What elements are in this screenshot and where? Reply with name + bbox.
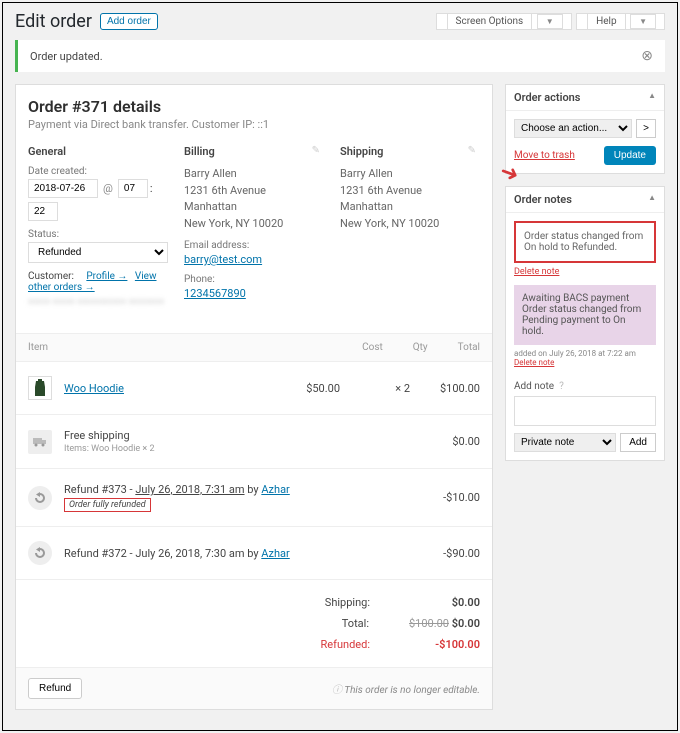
- help-icon[interactable]: ?: [559, 381, 564, 392]
- col-item: Item: [28, 342, 362, 353]
- refund1-amount: -$10.00: [440, 491, 480, 504]
- shipping-address: Barry Allen 1231 6th Avenue Manhattan Ne…: [340, 166, 480, 232]
- refund-row-2: Refund #372 - July 26, 2018, 7:30 am by …: [16, 527, 492, 580]
- note-item: Awaiting BACS payment Order status chang…: [514, 285, 656, 345]
- edit-billing-icon[interactable]: ✎: [312, 145, 320, 156]
- refund2-author[interactable]: Azhar: [261, 547, 289, 560]
- order-notes-heading: Order notes: [514, 193, 572, 206]
- shipping-total-label: Shipping:: [310, 596, 370, 609]
- page-title: Edit order: [15, 11, 92, 32]
- info-icon: ⓘ: [332, 685, 342, 696]
- refund-icon: [28, 541, 52, 565]
- notice: Order updated. ⊗: [15, 40, 665, 72]
- note-highlighted: Order status changed from On hold to Ref…: [514, 221, 656, 263]
- refunded-value: -$100.00: [410, 638, 480, 651]
- toggle-icon[interactable]: ▲: [648, 91, 656, 104]
- note-type-select[interactable]: Private note: [514, 433, 616, 452]
- refunded-label: Refunded:: [310, 638, 370, 651]
- billing-heading: Billing: [184, 145, 324, 158]
- customer-label: Customer:: [28, 271, 74, 282]
- add-order-button[interactable]: Add order: [100, 13, 158, 30]
- phone-link[interactable]: 1234567890: [184, 287, 246, 300]
- notice-text: Order updated.: [30, 50, 103, 63]
- status-select[interactable]: Refunded: [28, 242, 168, 263]
- edit-shipping-icon[interactable]: ✎: [468, 145, 476, 156]
- refund-full-label: Order fully refunded: [64, 498, 151, 512]
- add-note-label: Add note: [514, 381, 554, 392]
- order-title: Order #371 details: [28, 97, 480, 116]
- delete-note-link[interactable]: Delete note: [514, 267, 656, 277]
- refund-icon: [28, 486, 52, 510]
- apply-action-button[interactable]: >: [636, 119, 656, 138]
- screen-options-button[interactable]: Screen Options ▼: [436, 13, 572, 30]
- refund-button[interactable]: Refund: [28, 678, 82, 699]
- help-button[interactable]: Help ▼: [576, 13, 665, 30]
- general-heading: General: [28, 145, 168, 158]
- shipping-heading: Shipping: [340, 145, 480, 158]
- add-note-textarea[interactable]: [514, 396, 656, 426]
- hour-input[interactable]: [118, 179, 148, 198]
- shipping-row: Free shipping Items: Woo Hoodie × 2 $0.0…: [16, 415, 492, 469]
- shipping-meta: Items: Woo Hoodie × 2: [64, 444, 300, 454]
- shipping-total: $0.00: [440, 435, 480, 448]
- profile-link[interactable]: Profile →: [86, 271, 127, 282]
- dismiss-notice-icon[interactable]: ⊗: [641, 48, 653, 64]
- minute-input[interactable]: [28, 202, 58, 221]
- product-total: $100.00: [440, 382, 480, 395]
- col-total: Total: [458, 342, 480, 353]
- date-input[interactable]: [28, 179, 98, 198]
- col-qty: Qty: [413, 342, 428, 353]
- date-label: Date created:: [28, 166, 168, 177]
- product-qty: × 2: [370, 382, 410, 395]
- phone-label: Phone:: [184, 274, 324, 285]
- order-action-select[interactable]: Choose an action...: [514, 119, 632, 138]
- delete-note-link[interactable]: Delete note: [514, 358, 554, 367]
- truck-icon: [28, 430, 52, 454]
- refund1-author[interactable]: Azhar: [261, 483, 289, 496]
- grand-total-label: Total:: [309, 617, 369, 630]
- no-edit-text: This order is no longer editable.: [344, 685, 480, 696]
- product-cost: $50.00: [300, 382, 340, 395]
- col-cost: Cost: [362, 342, 383, 353]
- refund-row-1: Refund #373 - July 26, 2018, 7:31 am by …: [16, 469, 492, 527]
- move-to-trash-link[interactable]: Move to trash: [514, 150, 575, 161]
- status-label: Status:: [28, 229, 168, 240]
- email-link[interactable]: barry@test.com: [184, 253, 262, 266]
- product-row: Woo Hoodie $50.00 × 2 $100.00: [16, 362, 492, 415]
- order-subtitle: Payment via Direct bank transfer. Custom…: [28, 118, 480, 131]
- grand-total-value: $0.00: [452, 617, 480, 630]
- shipping-total-value: $0.00: [410, 596, 480, 609]
- update-button[interactable]: Update: [604, 146, 656, 165]
- add-note-button[interactable]: Add: [620, 433, 656, 452]
- product-name[interactable]: Woo Hoodie: [64, 382, 124, 395]
- billing-address: Barry Allen 1231 6th Avenue Manhattan Ne…: [184, 166, 324, 232]
- shipping-name: Free shipping: [64, 429, 300, 442]
- email-label: Email address:: [184, 240, 324, 251]
- order-actions-heading: Order actions: [514, 91, 580, 104]
- refund2-amount: -$90.00: [440, 547, 480, 560]
- note-timestamp: added on July 26, 2018 at 7:22 am: [514, 349, 636, 358]
- product-thumb: [28, 376, 52, 400]
- toggle-icon[interactable]: ▲: [648, 193, 656, 206]
